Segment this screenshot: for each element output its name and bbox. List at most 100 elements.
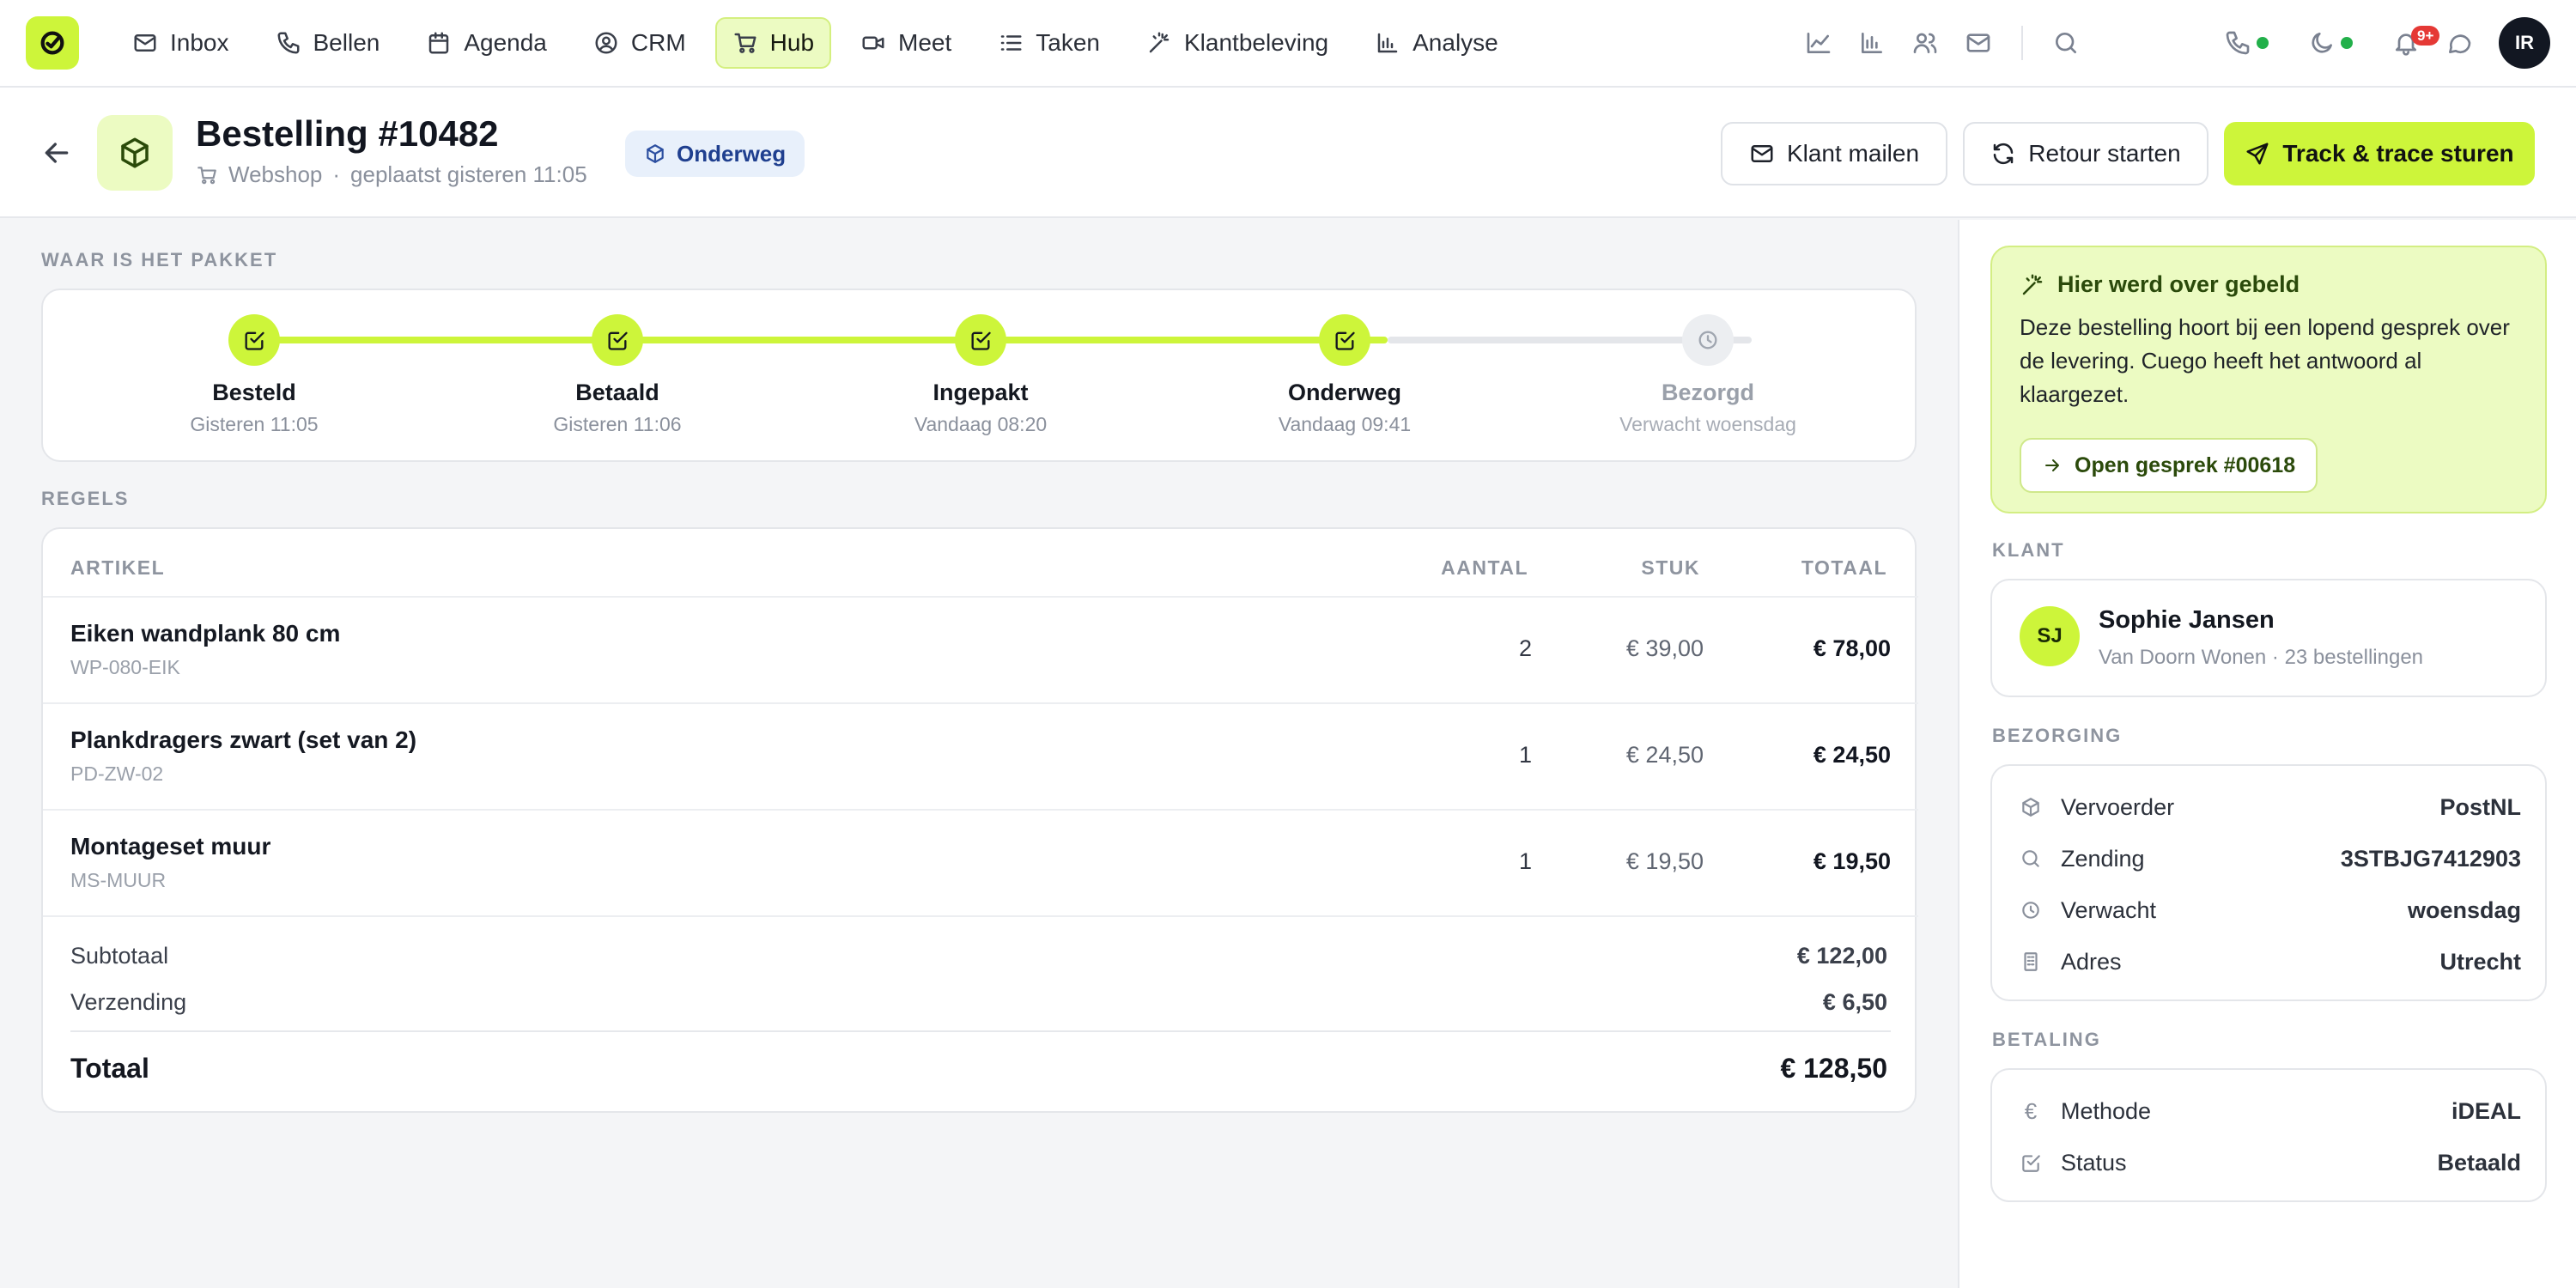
table-row[interactable]: Plankdragers zwart (set van 2) PD-ZW-02 … — [43, 702, 1918, 809]
call-hint-card: Hier werd over gebeld Deze bestelling ho… — [1990, 246, 2547, 513]
main-content: WAAR IS HET PAKKET Besteld Gisteren 11:0… — [0, 220, 1958, 1288]
article-total: € 19,50 — [1813, 848, 1891, 874]
user-avatar[interactable]: IR — [2499, 17, 2550, 69]
delivery-value: 3STBJG7412903 — [2340, 845, 2521, 872]
column-header-unit: STUK — [1641, 556, 1700, 579]
clock-icon — [1698, 331, 1717, 349]
delivery-key: Vervoerder — [2061, 793, 2175, 820]
step-circle — [228, 314, 280, 366]
tracking-step-betaald: Betaald Gisteren 11:06 — [489, 314, 746, 436]
article-qty: 2 — [1518, 635, 1532, 661]
delivery-row-expected: Verwacht woensdag — [2020, 893, 2521, 927]
article-unit-price: € 19,50 — [1625, 848, 1704, 874]
open-conversation-button[interactable]: Open gesprek #00618 — [2020, 438, 2318, 493]
article-unit-price: € 39,00 — [1625, 635, 1704, 661]
nav-item-analyse[interactable]: Analyse — [1358, 17, 1516, 69]
delivery-row-shipment[interactable]: Zending 3STBJG7412903 — [2020, 841, 2521, 876]
customer-meta: Van Doorn Wonen · 23 bestellingen — [2099, 646, 2424, 669]
arrow-left-icon — [45, 143, 69, 163]
back-button[interactable] — [39, 136, 74, 170]
app-logo[interactable] — [26, 16, 79, 70]
step-circle — [955, 314, 1006, 366]
box-icon — [2022, 798, 2039, 817]
button-label: Open gesprek #00618 — [2075, 453, 2296, 477]
users-icon — [1913, 33, 1937, 53]
arrow-right-icon — [2045, 459, 2059, 471]
article-name: Plankdragers zwart (set van 2) — [70, 726, 417, 753]
order-placed: geplaatst gisteren 11:05 — [350, 161, 587, 187]
nav-item-label: Hub — [769, 29, 815, 56]
summary-divider — [43, 915, 1918, 917]
send-icon — [2246, 143, 2269, 165]
nav-item-bellen[interactable]: Bellen — [258, 17, 398, 69]
nav-item-label: Klantbeleving — [1184, 29, 1329, 56]
nav-item-hub[interactable]: Hub — [714, 17, 832, 69]
dark-mode-toggle[interactable] — [2308, 29, 2353, 57]
order-header: Bestelling #10482 Webshop · geplaatst gi… — [0, 88, 2576, 218]
article-name: Montageset muur — [70, 833, 271, 860]
mail-icon — [1966, 33, 1990, 52]
moon-icon — [2312, 33, 2332, 53]
checkbox-icon — [1335, 331, 1355, 350]
article-sku: WP-080-EIK — [70, 656, 180, 678]
tracking-step-bezorgd: Bezorgd Verwacht woensdag — [1579, 314, 1837, 436]
customer-card[interactable]: SJ Sophie Jansen Van Doorn Wonen · 23 be… — [1990, 579, 2547, 697]
search-icon — [2022, 850, 2039, 867]
meta-separator: · — [332, 161, 341, 187]
column-header-article: ARTIKEL — [70, 556, 166, 579]
checkbox-icon — [245, 331, 264, 350]
delivery-key: Zending — [2061, 845, 2145, 872]
status-badge: Onderweg — [625, 131, 805, 177]
stats-button[interactable] — [1851, 22, 1893, 64]
shipping-value: € 6,50 — [1822, 989, 1887, 1015]
nav-item-meet[interactable]: Meet — [843, 17, 969, 69]
delivery-key: Verwacht — [2061, 896, 2157, 923]
search-button[interactable] — [2045, 22, 2087, 64]
payment-row-status: Status Betaald — [2020, 1145, 2521, 1180]
article-name: Eiken wandplank 80 cm — [70, 620, 341, 647]
customer-name: Sophie Jansen — [2099, 606, 2275, 634]
checkbox-icon — [2022, 1155, 2040, 1172]
total-divider — [70, 1030, 1891, 1032]
delivery-value: woensdag — [2407, 896, 2521, 923]
notifications-button[interactable]: 9+ — [2392, 26, 2440, 57]
phone-status[interactable] — [2224, 29, 2269, 57]
send-track-trace-button[interactable]: Track & trace sturen — [2224, 122, 2535, 185]
nav-item-label: Meet — [898, 29, 952, 56]
mail-customer-button[interactable]: Klant mailen — [1721, 122, 1947, 185]
payment-key: Methode — [2061, 1097, 2152, 1124]
subtotal-value: € 122,00 — [1796, 943, 1887, 969]
phone-icon — [2226, 31, 2250, 55]
nav-item-taken[interactable]: Taken — [981, 17, 1117, 69]
nav-item-crm[interactable]: CRM — [576, 17, 703, 69]
payment-card: € Methode iDEAL Status Betaald — [1990, 1068, 2547, 1202]
package-icon — [647, 144, 664, 163]
team-button[interactable] — [1905, 22, 1946, 64]
nav-right-tools: 9+ IR — [1786, 17, 2550, 69]
delivery-key: Adres — [2061, 948, 2122, 975]
table-row[interactable]: Eiken wandplank 80 cm WP-080-EIK 2 € 39,… — [43, 596, 1918, 702]
list-icon — [1001, 35, 1022, 51]
delivery-value: PostNL — [2439, 793, 2522, 820]
trend-button[interactable] — [1798, 22, 1839, 64]
nav-item-klantbeleving[interactable]: Klantbeleving — [1129, 17, 1346, 69]
logo-icon — [40, 31, 64, 55]
notification-badge: 9+ — [2411, 26, 2440, 46]
step-circle — [1682, 314, 1734, 366]
start-return-button[interactable]: Retour starten — [1963, 122, 2208, 185]
nav-item-agenda[interactable]: Agenda — [409, 17, 564, 69]
table-row[interactable]: Montageset muur MS-MUUR 1 € 19,50 € 19,5… — [43, 809, 1918, 915]
section-label-tracking: WAAR IS HET PAKKET — [41, 249, 278, 270]
chat-button[interactable] — [2445, 29, 2473, 57]
online-dot — [2257, 37, 2269, 49]
step-time: Gisteren 11:06 — [553, 413, 682, 435]
nav-item-inbox[interactable]: Inbox — [115, 17, 246, 69]
tracking-card: Besteld Gisteren 11:05 Betaald Gisteren … — [41, 289, 1917, 462]
button-label: Retour starten — [2028, 140, 2181, 167]
order-lines-card: ARTIKEL AANTAL STUK TOTAAL Eiken wandpla… — [41, 527, 1918, 1113]
messages-button[interactable] — [1958, 22, 1999, 64]
column-header-total: TOTAAL — [1801, 556, 1887, 579]
step-time: Vandaag 08:20 — [914, 413, 1048, 435]
nav-item-label: Taken — [1036, 29, 1100, 56]
button-label: Klant mailen — [1786, 140, 1920, 167]
